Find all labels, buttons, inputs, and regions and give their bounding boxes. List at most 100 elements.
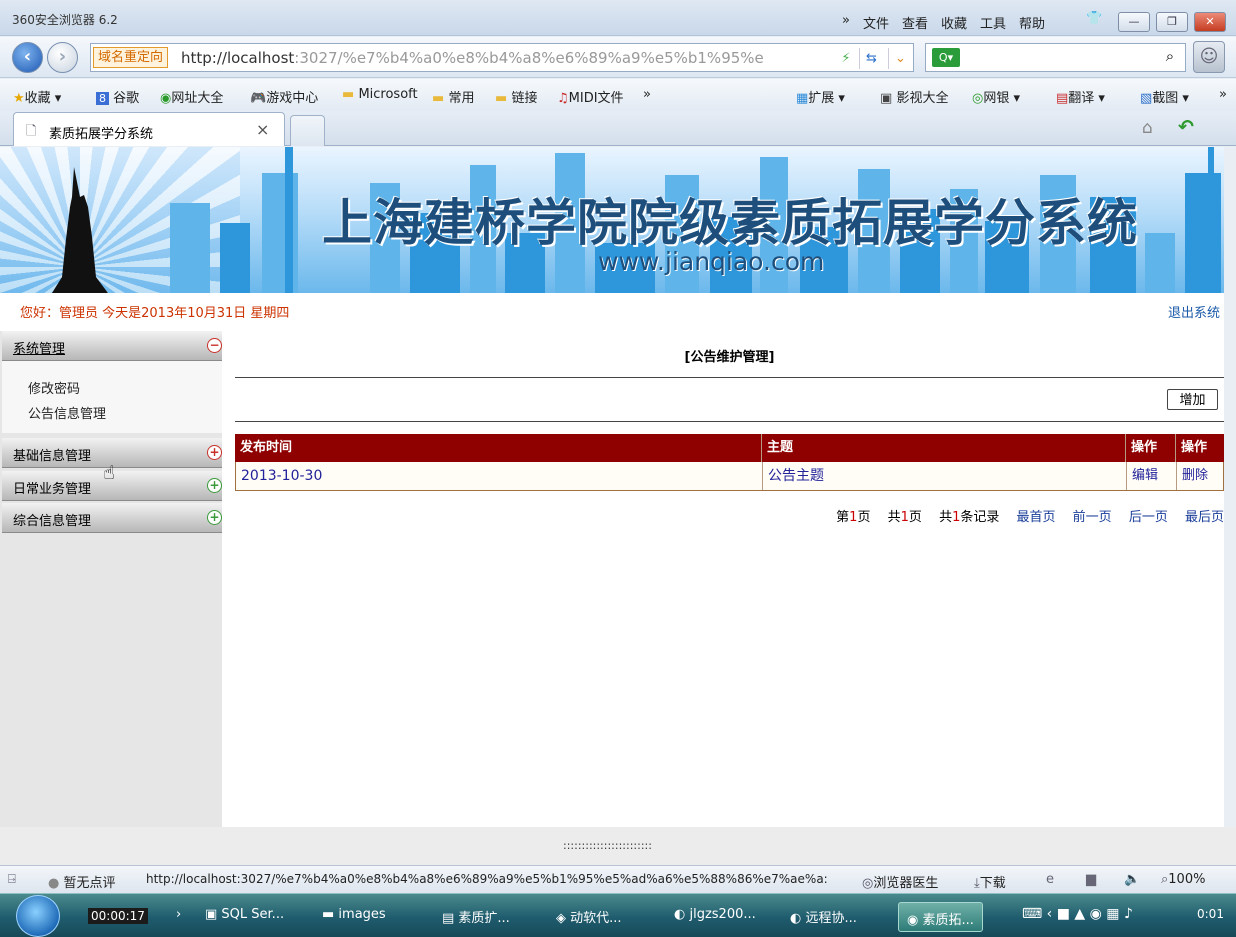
frame-splitter[interactable]: ::::::::::::::::::::::::	[0, 827, 1236, 865]
fav-more[interactable]: »	[1219, 87, 1227, 102]
skin-icon[interactable]: 👕	[1086, 11, 1102, 26]
sidebar-group-label[interactable]: 系统管理	[13, 338, 65, 357]
taskbar-item-suzhi-active[interactable]: ◉ 素质拓...	[898, 902, 983, 932]
sidebar-toggle-icon[interactable]: ⍈	[8, 872, 16, 887]
new-tab-button[interactable]	[290, 115, 325, 146]
redirect-badge[interactable]: 域名重定向	[93, 47, 169, 68]
back-button[interactable]: ‹	[12, 42, 43, 73]
cell-date: 2013-10-30	[241, 468, 323, 484]
logout-link[interactable]: 退出系统	[1168, 302, 1220, 321]
download[interactable]: ⤓下载	[974, 872, 1006, 891]
fav-item[interactable]: ◉网址大全	[160, 87, 223, 106]
sidebar-group-label[interactable]: 综合信息管理	[13, 510, 91, 529]
menu-more[interactable]: »	[842, 13, 850, 32]
divider	[235, 377, 1224, 378]
translate-icon: ▤	[1056, 91, 1069, 106]
fav-item[interactable]: ▬ 链接	[495, 87, 537, 106]
taskbar-item-remote[interactable]: ◐ 远程协...	[790, 907, 857, 926]
star-icon: ★	[13, 91, 25, 106]
tab-bar: 🗋 素质拓展学分系统 × ⌂ ↶	[0, 111, 1236, 146]
maximize-button[interactable]: ❐	[1156, 12, 1188, 32]
fav-item[interactable]: ▤翻译 ▾	[1056, 87, 1105, 106]
close-button[interactable]: ✕	[1194, 12, 1226, 32]
menu-view[interactable]: 查看	[902, 13, 928, 32]
menu-help[interactable]: 帮助	[1019, 13, 1045, 32]
fav-item[interactable]: 8 谷歌	[96, 87, 139, 106]
close-tab-icon[interactable]: ×	[256, 120, 269, 139]
expand-icon[interactable]: +	[207, 478, 222, 493]
taskbar-item-sql[interactable]: ▣ SQL Ser...	[205, 907, 284, 922]
sidebar-item-change-password[interactable]: 修改密码	[28, 378, 80, 397]
search-icon[interactable]: ⌕	[1159, 47, 1181, 68]
return-arrow-icon[interactable]: ↶	[1178, 116, 1194, 138]
sidebar-group-system[interactable]: 系统管理 −	[2, 331, 222, 361]
minimize-button[interactable]: —	[1118, 12, 1150, 32]
address-url[interactable]: http://localhost:3027/%e7%b4%a0%e8%b4%a8…	[181, 49, 831, 67]
fav-item[interactable]: ▧截图 ▾	[1140, 87, 1189, 106]
taskbar-item-jlgzs[interactable]: ◐ jlgzs200...	[674, 907, 756, 922]
edit-link[interactable]: 编辑	[1132, 468, 1158, 483]
compat-mode-icon[interactable]: ⇆	[859, 48, 883, 69]
splitter-handle[interactable]: ::::::::::::::::::::::::	[563, 839, 652, 852]
fav-item[interactable]: ♫MIDI文件	[557, 87, 624, 106]
search-box[interactable]: Q▾ ⌕	[925, 43, 1186, 72]
expand-icon[interactable]: +	[207, 510, 222, 525]
user-avatar-icon[interactable]: ☺	[1193, 41, 1225, 73]
cell-edit: 编辑	[1126, 462, 1176, 490]
table-row: 2013-10-30 公告主题 编辑 删除	[235, 462, 1224, 491]
last-page-link[interactable]: 最后页	[1185, 510, 1224, 525]
speed-mode-icon[interactable]: ⚡	[834, 48, 858, 69]
volume-icon[interactable]: 🔈	[1124, 872, 1140, 887]
table-header: 发布时间 主题 操作 操作	[235, 434, 1224, 462]
taskbar-item-dongruan[interactable]: ◈ 动软代...	[556, 907, 622, 926]
apple-icon: ●	[48, 876, 60, 891]
browser-doctor[interactable]: ◎浏览器医生	[862, 872, 938, 891]
tab-active[interactable]: 🗋 素质拓展学分系统 ×	[13, 112, 285, 146]
total-pages-info: 共1页	[887, 510, 922, 525]
fav-item[interactable]: ▣ 影视大全	[880, 87, 948, 106]
dropdown-chevron-icon[interactable]: ⌄	[888, 48, 912, 69]
delete-link[interactable]: 删除	[1182, 468, 1208, 483]
fav-item[interactable]: ▬ 常用	[432, 87, 474, 106]
collapse-icon[interactable]: −	[207, 338, 222, 353]
fav-item[interactable]: ▦扩展 ▾	[796, 87, 845, 106]
next-page-link[interactable]: 后一页	[1129, 510, 1168, 525]
sidebar-item-announcements[interactable]: 公告信息管理	[28, 403, 106, 422]
ie-icon[interactable]: e	[1046, 872, 1054, 887]
rating[interactable]: ● 暂无点评	[48, 872, 116, 891]
fav-item[interactable]: ▬ Microsoft	[342, 87, 418, 102]
add-button[interactable]: 增加	[1167, 389, 1218, 410]
statue-silhouette	[52, 167, 108, 293]
clock: 0:01	[1197, 907, 1224, 921]
subject-link[interactable]: 公告主题	[768, 468, 824, 484]
zoom[interactable]: ⌕100%	[1161, 872, 1205, 887]
google-icon: 8	[96, 92, 109, 105]
forward-button[interactable]: ›	[47, 42, 78, 73]
menu-tools[interactable]: 工具	[980, 13, 1006, 32]
window-title: 360安全浏览器 6.2	[12, 13, 118, 27]
taskbar-item-images[interactable]: ▬ images	[322, 907, 386, 922]
taskbar-chevron-icon[interactable]: ›	[176, 907, 181, 922]
system-tray[interactable]: ⌨ ‹ ■ ▲ ◉ ▦ ♪	[1022, 906, 1133, 922]
fav-item[interactable]: ◎网银 ▾	[972, 87, 1020, 106]
first-page-link[interactable]: 最首页	[1017, 510, 1056, 525]
fav-more[interactable]: »	[643, 87, 651, 102]
recording-timer: 00:00:17	[88, 908, 148, 924]
screenshot-icon: ▧	[1140, 91, 1153, 106]
expand-icon[interactable]: +	[207, 445, 222, 460]
menu-favorites[interactable]: 收藏	[941, 13, 967, 32]
sidebar-group-label[interactable]: 基础信息管理	[13, 445, 91, 464]
search-engine-icon[interactable]: Q▾	[932, 48, 960, 67]
fav-item[interactable]: 🎮游戏中心	[250, 87, 318, 106]
menu-file[interactable]: 文件	[863, 13, 889, 32]
fav-item[interactable]: ★收藏 ▾	[13, 87, 61, 106]
window-icon[interactable]: ▆	[1086, 872, 1096, 887]
taskbar-item-suzhi1[interactable]: ▤ 素质扩...	[442, 907, 510, 926]
folder-icon: ▬	[495, 91, 508, 106]
address-bar[interactable]: 域名重定向 http://localhost:3027/%e7%b4%a0%e8…	[90, 43, 914, 72]
sidebar-group-label[interactable]: 日常业务管理	[13, 478, 91, 497]
prev-page-link[interactable]: 前一页	[1073, 510, 1112, 525]
start-button[interactable]	[16, 895, 60, 937]
sidebar-group-overall[interactable]: 综合信息管理 +	[2, 503, 222, 533]
home-icon[interactable]: ⌂	[1142, 118, 1153, 138]
